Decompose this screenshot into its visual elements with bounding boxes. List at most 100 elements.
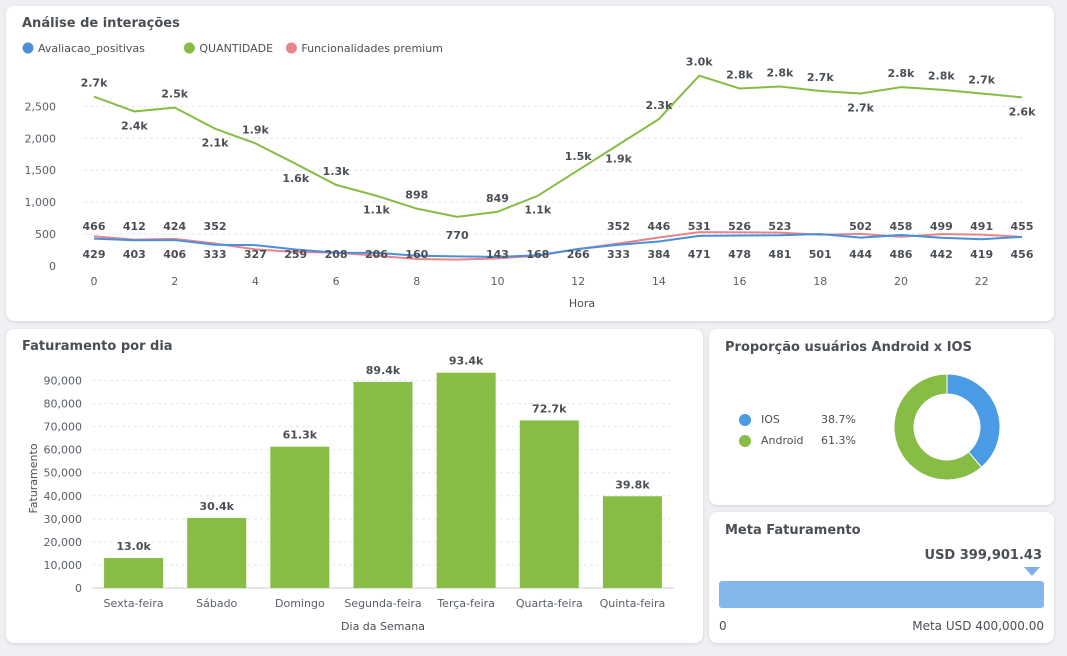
quantidade-data-label: 770 [446,229,469,242]
revenue-data-label: 30.4k [199,500,234,513]
x-tick-label: 22 [975,275,989,288]
x-tick-label: Terça-feira [436,597,495,610]
quantidade-data-label: 1.6k [282,172,309,185]
quantidade-data-label: 1.1k [363,204,390,217]
x-tick-label: 4 [252,275,259,288]
y-tick-label: 500 [35,228,56,241]
quantidade-data-label: 2.3k [645,99,672,112]
x-tick-label: 12 [571,275,585,288]
goal-progress-bar [719,581,1044,608]
y-tick-label: 80,000 [44,398,83,411]
legend-dot-1 [183,42,195,54]
goal-current-value: USD 399,901.43 [924,548,1042,563]
legend-label-1: QUANTIDADE [199,42,273,55]
avaliacao-data-label: 259 [284,248,307,261]
revenue-data-label: 72.7k [532,402,567,415]
avaliacao-data-label: 403 [123,248,146,261]
x-tick-label: 20 [894,275,908,288]
x-tick-label: Segunda-feira [344,597,421,610]
y-tick-label: 50,000 [44,467,83,480]
avaliacao-data-label: 481 [768,248,791,261]
y-tick-label: 40,000 [44,490,83,503]
y-tick-label: 90,000 [44,375,83,388]
revenue-data-label: 39.8k [615,478,650,491]
quantidade-data-label: 898 [405,189,428,202]
premium-data-label: 455 [1011,220,1034,233]
avaliacao-data-label: 333 [204,248,227,261]
quantidade-data-label: 1.3k [323,165,350,178]
y-axis-title: Faturamento [27,443,40,513]
x-tick-label: Domingo [275,597,325,610]
premium-data-label: 523 [768,220,791,233]
goal-zero-label: 0 [719,619,727,633]
premium-data-label: 531 [688,220,711,233]
revenue-bar [436,372,496,588]
quantidade-data-label: 2.8k [928,70,955,83]
quantidade-data-label: 2.5k [161,88,188,101]
revenue-data-label: 89.4k [366,364,401,377]
revenue-title: Faturamento por dia [22,339,173,354]
legend-item-2: Funcionalidades premium [285,42,443,55]
goal-marker-icon [1024,567,1040,576]
quantidade-data-label: 2.8k [888,67,915,80]
avaliacao-data-label: 429 [83,248,106,261]
avaliacao-data-label: 266 [567,248,590,261]
y-tick-label: 2,500 [25,100,57,113]
quantidade-data-label: 1.9k [605,153,632,166]
y-tick-label: 70,000 [44,421,83,434]
premium-data-label: 526 [728,220,751,233]
quantidade-data-label: 2.7k [968,74,995,87]
revenue-bar [602,496,662,588]
goal-title: Meta Faturamento [725,523,861,538]
avaliacao-data-label: 143 [486,248,509,261]
legend-item-1: QUANTIDADE [183,42,273,55]
premium-data-label: 446 [647,220,670,233]
legend-item-0: Avaliacao_positivas [22,42,145,55]
y-tick-label: 1,500 [25,164,57,177]
revenue-data-label: 93.4k [449,355,484,368]
quantidade-data-label: 2.8k [767,67,794,80]
quantidade-data-label: 1.9k [242,123,269,136]
avaliacao-data-label: 208 [325,248,348,261]
avaliacao-data-label: 471 [688,248,711,261]
x-tick-label: Quinta-feira [600,597,666,610]
avaliacao-data-label: 160 [405,248,428,261]
legend-dot-0 [22,42,34,54]
x-tick-label: 0 [91,275,98,288]
y-tick-label: 0 [75,582,82,595]
x-tick-label: Sábado [196,597,237,610]
quantidade-data-label: 3.0k [686,56,713,69]
revenue-card: Faturamento por dia 0 10,000 20,000 30,000 4… [6,329,703,643]
x-tick-label: 14 [652,275,666,288]
x-tick-label: 2 [171,275,178,288]
interactions-line-chart: Avaliacao_positivas QUANTIDADE Funcionalid… [22,42,1036,310]
revenue-data-label: 61.3k [283,429,318,442]
avaliacao-data-label: 442 [930,248,953,261]
premium-data-label: 466 [83,220,106,233]
y-tick-label: 30,000 [44,513,83,526]
avaliacao-data-label: 501 [809,248,832,261]
y-tick-label: 60,000 [44,444,83,457]
legend-label-0: Avaliacao_positivas [38,42,145,55]
premium-data-label: 458 [889,220,912,233]
donut-slice-ios [946,373,1001,468]
avaliacao-data-label: 406 [163,248,186,261]
x-tick-label: 10 [490,275,504,288]
premium-data-label: 412 [123,220,146,233]
premium-data-label: 352 [607,220,630,233]
revenue-bar [104,558,164,588]
revenue-bar [519,420,579,588]
legend-label-2: Funcionalidades premium [301,42,443,55]
premium-data-label: 502 [849,220,872,233]
quantidade-data-label: 849 [486,192,509,205]
avaliacao-data-label: 333 [607,248,630,261]
x-tick-label: 16 [733,275,747,288]
quantidade-data-label: 1.1k [524,204,551,217]
premium-data-label: 352 [204,220,227,233]
y-tick-label: 10,000 [44,559,83,572]
avaliacao-data-label: 486 [889,248,912,261]
quantidade-data-label: 2.4k [121,119,148,132]
x-axis-title: Dia da Semana [341,620,425,633]
premium-data-label: 491 [970,220,993,233]
avaliacao-data-label: 444 [849,248,872,261]
